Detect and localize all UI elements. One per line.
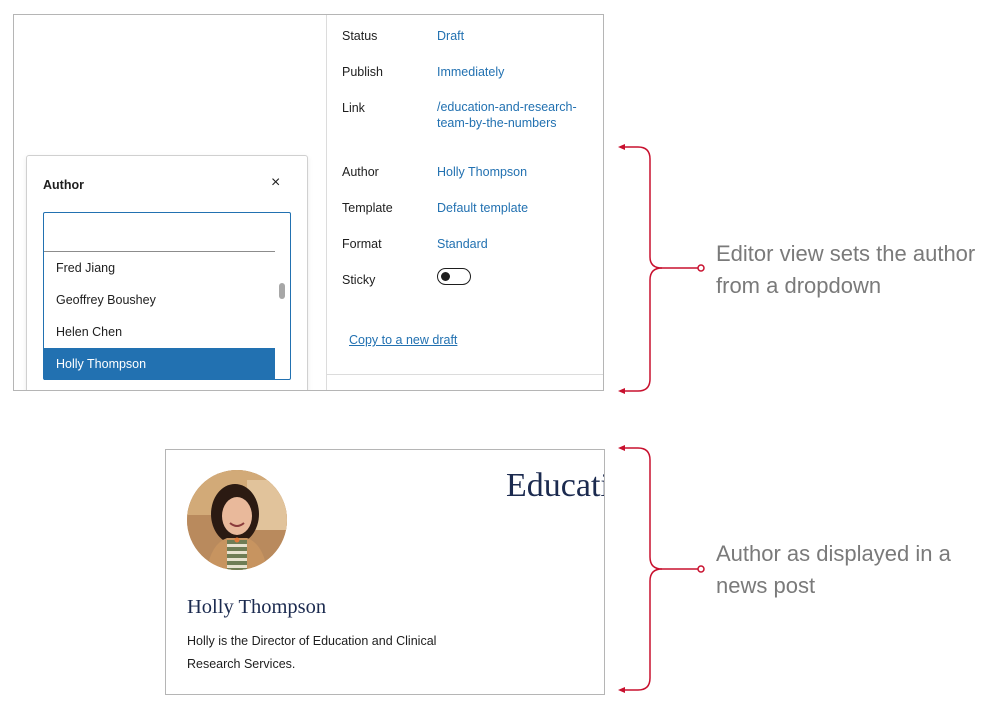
arrow-head-icon: [618, 445, 625, 451]
bracket-endpoint-icon: [697, 264, 705, 272]
editor-annotation-text: Editor view sets the author from a dropd…: [716, 241, 976, 298]
arrow-head-icon: [618, 144, 625, 150]
arrow-head-icon: [618, 687, 625, 693]
arrow-head-icon: [618, 388, 625, 394]
bracket-endpoint-icon: [697, 565, 705, 573]
post-annotation-text: Author as displayed in a news post: [716, 541, 951, 598]
annotation-brackets: [618, 144, 705, 693]
post-bracket: [623, 447, 700, 691]
editor-bracket: [623, 146, 700, 392]
